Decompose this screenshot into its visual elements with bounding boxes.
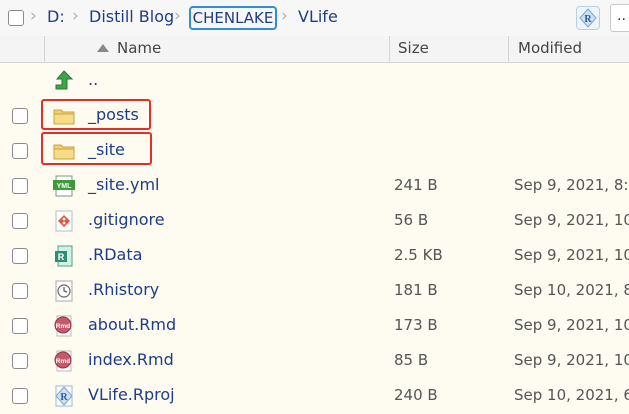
git-file-icon bbox=[55, 210, 73, 232]
file-modified: Sep 9, 2021, 8: bbox=[514, 176, 629, 194]
svg-text:Rmd: Rmd bbox=[56, 323, 70, 330]
file-modified: Sep 9, 2021, 10 bbox=[514, 211, 629, 229]
file-name[interactable]: .gitignore bbox=[88, 210, 165, 229]
column-header: Name Size Modified bbox=[0, 36, 629, 63]
breadcrumb-separator: › bbox=[174, 6, 181, 26]
file-row-parent[interactable]: .. bbox=[0, 63, 629, 98]
file-row[interactable]: R VLife.Rproj 240 B Sep 10, 2021, 6 bbox=[0, 378, 629, 413]
row-checkbox[interactable] bbox=[12, 178, 28, 194]
svg-text:YML: YML bbox=[57, 183, 73, 190]
column-header-modified[interactable]: Modified bbox=[518, 39, 582, 57]
sort-ascending-icon bbox=[97, 44, 109, 52]
file-row[interactable]: YML _site.yml 241 B Sep 9, 2021, 8: bbox=[0, 168, 629, 203]
file-size: 240 B bbox=[394, 386, 438, 404]
rproj-file-icon: R bbox=[55, 385, 73, 407]
breadcrumb-item-chenlake[interactable]: CHENLAKE bbox=[189, 6, 277, 30]
file-name[interactable]: .RData bbox=[88, 245, 142, 264]
svg-text:Rmd: Rmd bbox=[56, 358, 70, 365]
rproj-icon[interactable]: R bbox=[576, 6, 600, 30]
file-row[interactable]: .gitignore 56 B Sep 9, 2021, 10 bbox=[0, 203, 629, 238]
rmd-file-icon: Rmd bbox=[54, 315, 72, 337]
row-checkbox[interactable] bbox=[12, 143, 28, 159]
file-size: 181 B bbox=[394, 281, 438, 299]
file-modified: Sep 9, 2021, 10 bbox=[514, 351, 629, 369]
breadcrumb-separator: › bbox=[281, 6, 288, 26]
file-modified: Sep 10, 2021, 8 bbox=[514, 281, 629, 299]
file-name[interactable]: about.Rmd bbox=[88, 315, 176, 334]
yml-file-icon: YML bbox=[53, 175, 75, 197]
file-size: 2.5 KB bbox=[394, 246, 443, 264]
file-modified: Sep 9, 2021, 10 bbox=[514, 316, 629, 334]
row-checkbox[interactable] bbox=[12, 388, 28, 404]
history-file-icon bbox=[55, 280, 73, 302]
file-name[interactable]: _site.yml bbox=[88, 175, 159, 194]
rdata-file-icon: R bbox=[55, 245, 73, 267]
svg-text:R: R bbox=[584, 14, 592, 25]
select-all-checkbox[interactable] bbox=[8, 10, 24, 26]
file-size: 241 B bbox=[394, 176, 438, 194]
file-name[interactable]: VLife.Rproj bbox=[88, 385, 175, 404]
file-name[interactable]: .. bbox=[88, 70, 98, 89]
file-name[interactable]: .Rhistory bbox=[88, 280, 159, 299]
column-header-size[interactable]: Size bbox=[398, 39, 429, 57]
svg-text:R: R bbox=[58, 252, 65, 262]
breadcrumb-item-vlife[interactable]: VLife bbox=[298, 7, 338, 26]
file-modified: Sep 10, 2021, 6 bbox=[514, 386, 629, 404]
file-size: 173 B bbox=[394, 316, 438, 334]
file-size: 85 B bbox=[394, 351, 429, 369]
go-up-icon bbox=[55, 70, 74, 90]
row-checkbox[interactable] bbox=[12, 353, 28, 369]
more-button[interactable]: .. bbox=[610, 4, 629, 32]
highlight-box-posts bbox=[41, 99, 151, 130]
svg-text:R: R bbox=[60, 392, 68, 403]
row-checkbox[interactable] bbox=[12, 213, 28, 229]
column-header-name[interactable]: Name bbox=[117, 39, 161, 57]
row-checkbox[interactable] bbox=[12, 283, 28, 299]
breadcrumb: › D: › Distill Blog › CHENLAKE › VLife R… bbox=[0, 0, 629, 37]
file-name[interactable]: index.Rmd bbox=[88, 350, 174, 369]
breadcrumb-separator: › bbox=[30, 6, 37, 26]
row-checkbox[interactable] bbox=[12, 108, 28, 124]
breadcrumb-separator: › bbox=[72, 6, 79, 26]
rmd-file-icon: Rmd bbox=[54, 350, 72, 372]
row-checkbox[interactable] bbox=[12, 248, 28, 264]
file-modified: Sep 9, 2021, 10 bbox=[514, 246, 629, 264]
file-row[interactable]: Rmd about.Rmd 173 B Sep 9, 2021, 10 bbox=[0, 308, 629, 343]
highlight-box-site bbox=[41, 132, 152, 165]
breadcrumb-item-drive[interactable]: D: bbox=[47, 7, 65, 26]
breadcrumb-item-distill-blog[interactable]: Distill Blog bbox=[89, 7, 174, 26]
file-row[interactable]: .Rhistory 181 B Sep 10, 2021, 8 bbox=[0, 273, 629, 308]
file-row[interactable]: Rmd index.Rmd 85 B Sep 9, 2021, 10 bbox=[0, 343, 629, 378]
file-row[interactable]: R .RData 2.5 KB Sep 9, 2021, 10 bbox=[0, 238, 629, 273]
row-checkbox[interactable] bbox=[12, 318, 28, 334]
file-size: 56 B bbox=[394, 211, 429, 229]
